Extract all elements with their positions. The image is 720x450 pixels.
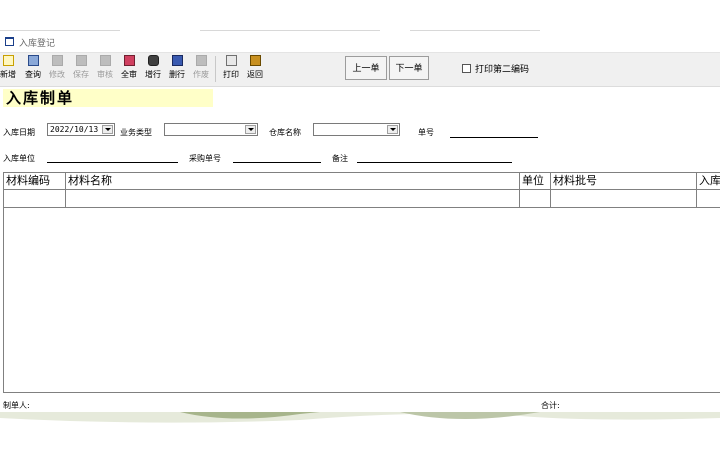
- chevron-down-icon[interactable]: [245, 125, 256, 134]
- window-icon: [5, 37, 14, 46]
- remark-label: 备注: [332, 154, 348, 163]
- table-cell[interactable]: [66, 190, 520, 208]
- void-icon: [195, 55, 207, 66]
- window-titlebar: 入库登记: [0, 32, 720, 53]
- add-row-button-label: 增行: [145, 70, 161, 79]
- column-header-material-code[interactable]: 材料编码: [4, 173, 66, 190]
- creator-label: 制单人:: [3, 401, 30, 410]
- doc-no-field[interactable]: [450, 137, 538, 138]
- print-button[interactable]: 打印: [220, 55, 242, 80]
- save-icon: [75, 55, 87, 66]
- printer-icon: [225, 55, 237, 66]
- unit-field[interactable]: [47, 162, 178, 163]
- column-header-unit[interactable]: 单位: [520, 173, 551, 190]
- audit-all-button-label: 全审: [121, 70, 137, 79]
- divider: [0, 30, 120, 31]
- page-title: 入库制单: [3, 89, 213, 107]
- desktop-background: [0, 412, 720, 450]
- table-cell[interactable]: [4, 190, 66, 208]
- audit-button[interactable]: 审核: [94, 55, 116, 80]
- top-strip: [0, 0, 720, 32]
- print-button-label: 打印: [223, 70, 239, 79]
- prev-record-button[interactable]: 上一单: [345, 56, 387, 80]
- warehouse-select[interactable]: [313, 123, 400, 136]
- column-header-inbound[interactable]: 入库: [697, 173, 720, 190]
- unit-label: 入库单位: [3, 154, 35, 163]
- audit-all-icon: [123, 55, 135, 66]
- next-record-button[interactable]: 下一单: [389, 56, 429, 80]
- total-label: 合计:: [541, 401, 560, 410]
- delete-row-icon: [171, 55, 183, 66]
- audit-icon: [99, 55, 111, 66]
- add-row-icon: [147, 55, 159, 66]
- door-exit-icon: [249, 55, 261, 66]
- delete-row-button-label: 删行: [169, 70, 185, 79]
- status-footer: 制单人: 合计:: [0, 396, 720, 412]
- edit-button[interactable]: 修改: [46, 55, 68, 80]
- toolbar-separator: [215, 56, 216, 82]
- edit-button-label: 修改: [49, 70, 65, 79]
- business-type-label: 业务类型: [120, 128, 152, 137]
- return-button[interactable]: 返回: [244, 55, 266, 80]
- query-button[interactable]: 查询: [22, 55, 44, 80]
- binoculars-icon: [27, 55, 39, 66]
- new-document-icon: [2, 55, 14, 66]
- table-cell[interactable]: [697, 190, 720, 208]
- date-value: 2022/10/13: [50, 125, 99, 134]
- save-button-label: 保存: [73, 70, 89, 79]
- query-button-label: 查询: [25, 70, 41, 79]
- remark-field[interactable]: [357, 162, 512, 163]
- date-label: 入库日期: [3, 128, 35, 137]
- checkbox-box[interactable]: [462, 64, 471, 73]
- chevron-down-icon[interactable]: [102, 125, 113, 134]
- purchase-no-field[interactable]: [233, 162, 321, 163]
- business-type-select[interactable]: [164, 123, 258, 136]
- date-picker[interactable]: 2022/10/13: [47, 123, 115, 136]
- doc-no-label: 单号: [418, 128, 434, 137]
- save-button[interactable]: 保存: [70, 55, 92, 80]
- divider: [410, 30, 540, 31]
- toolbar: 新增 查询 修改 保存 审核 全审 增行 删行 作废 打印 返回 上一单 下一单…: [0, 53, 720, 87]
- column-header-material-name[interactable]: 材料名称: [66, 173, 520, 190]
- audit-button-label: 审核: [97, 70, 113, 79]
- window-title: 入库登记: [19, 39, 56, 49]
- material-grid[interactable]: 材料编码 材料名称 单位 材料批号 入库: [3, 172, 720, 393]
- edit-icon: [51, 55, 63, 66]
- return-button-label: 返回: [247, 70, 263, 79]
- add-button[interactable]: 新增: [0, 55, 19, 80]
- add-button-label: 新增: [0, 70, 16, 79]
- chevron-down-icon[interactable]: [387, 125, 398, 134]
- print-second-barcode-label: 打印第二编码: [475, 65, 530, 75]
- purchase-no-label: 采购单号: [189, 154, 221, 163]
- divider: [200, 30, 380, 31]
- void-button[interactable]: 作废: [190, 55, 212, 80]
- warehouse-label: 仓库名称: [269, 128, 301, 137]
- add-row-button[interactable]: 增行: [142, 55, 164, 80]
- void-button-label: 作废: [193, 70, 209, 79]
- table-cell[interactable]: [520, 190, 551, 208]
- wallpaper-image: [0, 412, 720, 423]
- audit-all-button[interactable]: 全审: [118, 55, 140, 80]
- delete-row-button[interactable]: 删行: [166, 55, 188, 80]
- table-cell[interactable]: [551, 190, 697, 208]
- column-header-batch-no[interactable]: 材料批号: [551, 173, 697, 190]
- print-second-barcode-checkbox[interactable]: 打印第二编码: [462, 62, 529, 75]
